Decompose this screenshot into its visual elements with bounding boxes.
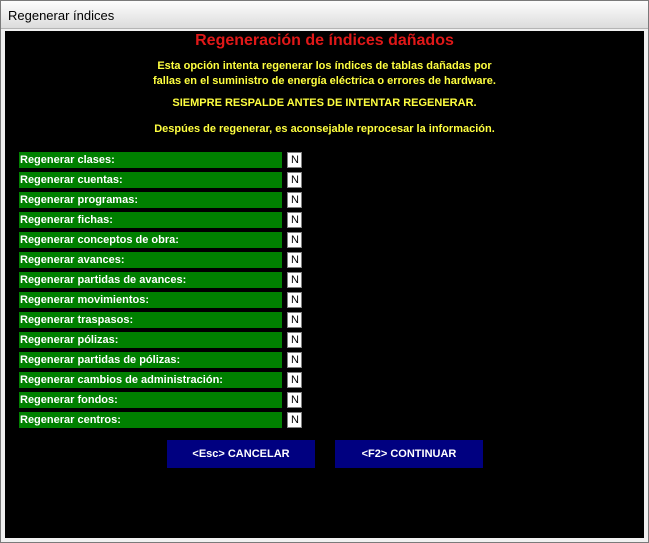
option-label: Regenerar traspasos: (19, 312, 282, 328)
note-text: Despúes de regenerar, es aconsejable rep… (154, 123, 495, 135)
option-label: Regenerar avances: (19, 252, 282, 268)
option-label: Regenerar partidas de pólizas: (19, 352, 282, 368)
option-row-cambios-de-administracion: Regenerar cambios de administración: N (19, 372, 309, 390)
option-row-conceptos-de-obra: Regenerar conceptos de obra: N (19, 232, 309, 250)
option-row-fichas: Regenerar fichas: N (19, 212, 309, 230)
option-input-programas[interactable]: N (287, 192, 302, 208)
option-row-clases: Regenerar clases: N (19, 151, 309, 170)
option-input-movimientos[interactable]: N (287, 292, 302, 308)
option-input-cambios-de-administracion[interactable]: N (287, 372, 302, 388)
option-label: Regenerar fichas: (19, 212, 282, 228)
cancel-button[interactable]: <Esc> CANCELAR (167, 440, 315, 468)
option-label: Regenerar pólizas: (19, 332, 282, 348)
option-row-partidas-de-avances: Regenerar partidas de avances: N (19, 272, 309, 290)
info-text: Esta opción intenta regenerar los índice… (5, 59, 644, 89)
option-input-cuentas[interactable]: N (287, 172, 302, 188)
option-input-fondos[interactable]: N (287, 392, 302, 408)
dialog-window: Regenerar índices Regeneración de índice… (0, 0, 649, 543)
option-input-partidas-de-avances[interactable]: N (287, 272, 302, 288)
option-row-movimientos: Regenerar movimientos: N (19, 292, 309, 310)
option-row-polizas: Regenerar pólizas: N (19, 332, 309, 350)
window-title: Regenerar índices (8, 8, 115, 23)
option-row-traspasos: Regenerar traspasos: N (19, 312, 309, 330)
option-row-programas: Regenerar programas: N (19, 192, 309, 210)
option-input-clases[interactable]: N (286, 151, 303, 169)
title-bar[interactable]: Regenerar índices (1, 1, 648, 29)
info-line-2: fallas en el suministro de energía eléct… (153, 75, 496, 87)
option-label: Regenerar conceptos de obra: (19, 232, 282, 248)
option-input-polizas[interactable]: N (287, 332, 302, 348)
option-row-cuentas: Regenerar cuentas: N (19, 172, 309, 190)
option-input-fichas[interactable]: N (287, 212, 302, 228)
option-label: Regenerar fondos: (19, 392, 282, 408)
page-title: Regeneración de índices dañados (195, 32, 454, 49)
option-input-traspasos[interactable]: N (287, 312, 302, 328)
option-row-centros: Regenerar centros: N (19, 412, 309, 430)
option-label: Regenerar centros: (19, 412, 282, 428)
option-input-centros[interactable]: N (287, 412, 302, 428)
option-row-avances: Regenerar avances: N (19, 252, 309, 270)
option-input-avances[interactable]: N (287, 252, 302, 268)
option-row-partidas-de-polizas: Regenerar partidas de pólizas: N (19, 352, 309, 370)
option-input-partidas-de-polizas[interactable]: N (287, 352, 302, 368)
warning-text: SIEMPRE RESPALDE ANTES DE INTENTAR REGEN… (172, 97, 477, 109)
continue-button[interactable]: <F2> CONTINUAR (335, 440, 483, 468)
option-row-fondos: Regenerar fondos: N (19, 392, 309, 410)
option-label: Regenerar movimientos: (19, 292, 282, 308)
info-line-1: Esta opción intenta regenerar los índice… (157, 60, 492, 72)
dialog-content: Regeneración de índices dañados Esta opc… (5, 31, 644, 538)
option-label: Regenerar clases: (19, 152, 282, 168)
option-label: Regenerar programas: (19, 192, 282, 208)
option-input-conceptos-de-obra[interactable]: N (287, 232, 302, 248)
option-label: Regenerar cuentas: (19, 172, 282, 188)
option-label: Regenerar partidas de avances: (19, 272, 282, 288)
option-label: Regenerar cambios de administración: (19, 372, 282, 388)
